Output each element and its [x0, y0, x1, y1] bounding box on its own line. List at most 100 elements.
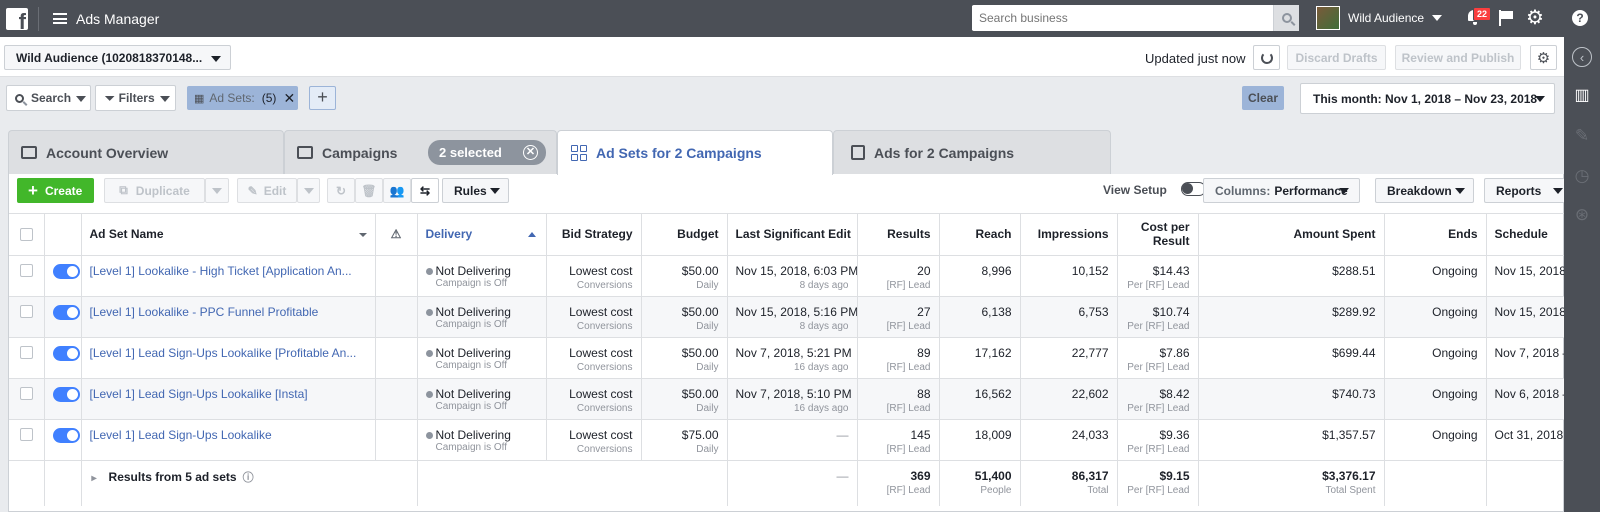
date-range-picker[interactable]: This month: Nov 1, 2018 – Nov 23, 2018 [1300, 83, 1555, 114]
column-header-reach[interactable]: Reach [939, 214, 1021, 256]
info-icon[interactable]: ⓘ [243, 472, 254, 484]
column-header-ends[interactable]: Ends [1384, 214, 1487, 256]
pencil-icon[interactable]: ✎ [1572, 126, 1592, 146]
bid-sub: Conversions [576, 279, 633, 291]
expand-icon[interactable]: ▸ [92, 473, 97, 484]
column-header-last-edit[interactable]: Last Significant Edit [727, 214, 858, 256]
table-row[interactable]: [Level 1] Lead Sign-Ups Lookalike [Profi… [9, 337, 1565, 379]
budget-cell[interactable]: $50.00 Daily [641, 378, 728, 420]
chart-icon[interactable]: ▥ [1572, 85, 1592, 105]
selected-chip[interactable]: 2 selected ✕ [428, 140, 546, 165]
account-selector[interactable]: Wild Audience (1020818370148... [4, 45, 231, 70]
row-checkbox[interactable] [19, 427, 33, 441]
ab-test-button[interactable]: ⇆ [411, 178, 439, 203]
settings-gear-icon[interactable]: ⚙ [1530, 45, 1557, 70]
row-checkbox[interactable] [19, 386, 33, 400]
rules-button[interactable]: Rules [442, 178, 509, 203]
row-checkbox[interactable] [19, 263, 33, 277]
bid-sub: Conversions [576, 320, 633, 332]
last-edit-value: Nov 15, 2018, 6:03 PM [735, 263, 857, 278]
ends-cell: Ongoing [1384, 255, 1487, 297]
revert-icon: ↻ [335, 183, 347, 198]
adset-name-link[interactable]: [Level 1] Lead Sign-Ups Lookalike [Profi… [81, 337, 376, 379]
select-all-checkbox[interactable] [19, 227, 33, 241]
table-row[interactable]: [Level 1] Lookalike - PPC Funnel Profita… [9, 296, 1565, 338]
close-icon[interactable]: ✕ [283, 90, 295, 107]
delete-button[interactable]: 🗑 [355, 178, 383, 203]
budget-cell[interactable]: $50.00 Daily [641, 296, 728, 338]
add-filter-button[interactable]: + [309, 86, 336, 110]
adsets-filter-chip[interactable]: ▦ Ad Sets: (5) ✕ [187, 86, 298, 110]
tab-adsets[interactable]: Ad Sets for 2 Campaigns [557, 130, 833, 175]
trash-icon: 🗑 [361, 183, 377, 198]
search-button[interactable] [1273, 5, 1299, 31]
audience-button[interactable]: 👥 [383, 178, 411, 203]
column-header-bid[interactable]: Bid Strategy [546, 214, 642, 256]
adset-name-link[interactable]: [Level 1] Lead Sign-Ups Lookalike [81, 419, 376, 461]
tab-ads[interactable]: Ads for 2 Campaigns [833, 130, 1111, 174]
gear-icon[interactable]: ⚙ [1526, 8, 1544, 28]
facebook-logo-icon[interactable]: f [6, 7, 28, 30]
search-filter-button[interactable]: Search [6, 85, 91, 111]
row-checkbox[interactable] [19, 304, 33, 318]
adset-toggle[interactable] [52, 304, 80, 320]
account-menu[interactable]: Wild Audience [1316, 6, 1443, 30]
adset-name-link[interactable]: [Level 1] Lead Sign-Ups Lookalike [Insta… [81, 378, 376, 420]
column-header-budget[interactable]: Budget [641, 214, 728, 256]
columns-dropdown[interactable]: Columns: Performance [1203, 178, 1360, 203]
column-header-amount-spent[interactable]: Amount Spent [1198, 214, 1385, 256]
table-row[interactable]: [Level 1] Lead Sign-Ups Lookalike [Insta… [9, 378, 1565, 420]
flag-icon[interactable] [1499, 10, 1513, 26]
budget-cell[interactable]: $50.00 Daily [641, 255, 728, 297]
totals-cpr: $9.15 [1159, 468, 1190, 483]
menu-icon[interactable] [53, 13, 67, 24]
adset-toggle[interactable] [52, 386, 80, 402]
inspect-icon[interactable]: ⊛ [1572, 205, 1592, 225]
budget-cell[interactable]: $50.00 Daily [641, 337, 728, 379]
results-sub: [RF] Lead [886, 279, 931, 291]
adset-name-link[interactable]: [Level 1] Lookalike - PPC Funnel Profita… [81, 296, 376, 338]
column-header-schedule[interactable]: Schedule [1486, 214, 1565, 256]
adset-name-link[interactable]: [Level 1] Lookalike - High Ticket [Appli… [81, 255, 376, 297]
table-row[interactable]: [Level 1] Lead Sign-Ups Lookalike Not Del… [9, 419, 1565, 461]
adset-toggle[interactable] [52, 263, 80, 279]
breakdown-dropdown[interactable]: Breakdown [1375, 178, 1474, 203]
history-icon[interactable]: ◷ [1572, 166, 1592, 186]
adset-toggle[interactable] [52, 427, 80, 443]
discard-drafts-button[interactable]: Discard Drafts [1287, 45, 1386, 70]
collapse-icon[interactable]: ‹ [1572, 47, 1592, 67]
help-icon[interactable]: ? [1572, 10, 1588, 26]
table-row[interactable]: [Level 1] Lookalike - High Ticket [Appli… [9, 255, 1565, 297]
cpr-value: $7.86 [1159, 345, 1190, 360]
review-publish-button[interactable]: Review and Publish [1395, 45, 1521, 70]
column-header-name[interactable]: Ad Set Name [81, 214, 376, 256]
budget-cell[interactable]: $75.00 Daily [641, 419, 728, 461]
adset-toggle[interactable] [52, 345, 80, 361]
delivery-cell: Not Delivering Campaign is Off [417, 296, 547, 338]
revert-button[interactable]: ↻ [327, 178, 355, 203]
duplicate-button[interactable]: ⧉ Duplicate [104, 178, 205, 203]
results-sub: [RF] Lead [886, 361, 931, 373]
create-button[interactable]: + Create [17, 178, 94, 203]
refresh-icon [1260, 51, 1273, 64]
warning-icon: ⚠ [390, 227, 402, 242]
edit-dropdown[interactable] [297, 178, 320, 203]
reach-cell: 18,009 [939, 419, 1021, 461]
column-header-warning[interactable]: ⚠ [375, 214, 418, 256]
duplicate-dropdown[interactable] [205, 178, 229, 203]
edit-button[interactable]: ✎ Edit [237, 178, 297, 203]
column-header-delivery[interactable]: Delivery [417, 214, 547, 256]
close-icon[interactable]: ✕ [523, 145, 538, 160]
budget-value: $50.00 [681, 386, 719, 401]
clear-button[interactable]: Clear [1242, 86, 1284, 110]
column-header-cost-per-result[interactable]: Cost per Result [1117, 214, 1199, 256]
search-business-input[interactable] [972, 6, 1262, 30]
budget-sub: Daily [696, 361, 719, 373]
refresh-button[interactable] [1253, 45, 1280, 70]
filters-button[interactable]: ⏷ Filters [95, 85, 176, 111]
reports-dropdown[interactable]: Reports [1484, 178, 1568, 203]
row-checkbox[interactable] [19, 345, 33, 359]
column-header-impressions[interactable]: Impressions [1020, 214, 1118, 256]
tab-account-overview[interactable]: Account Overview [8, 130, 284, 174]
column-header-results[interactable]: Results [857, 214, 940, 256]
